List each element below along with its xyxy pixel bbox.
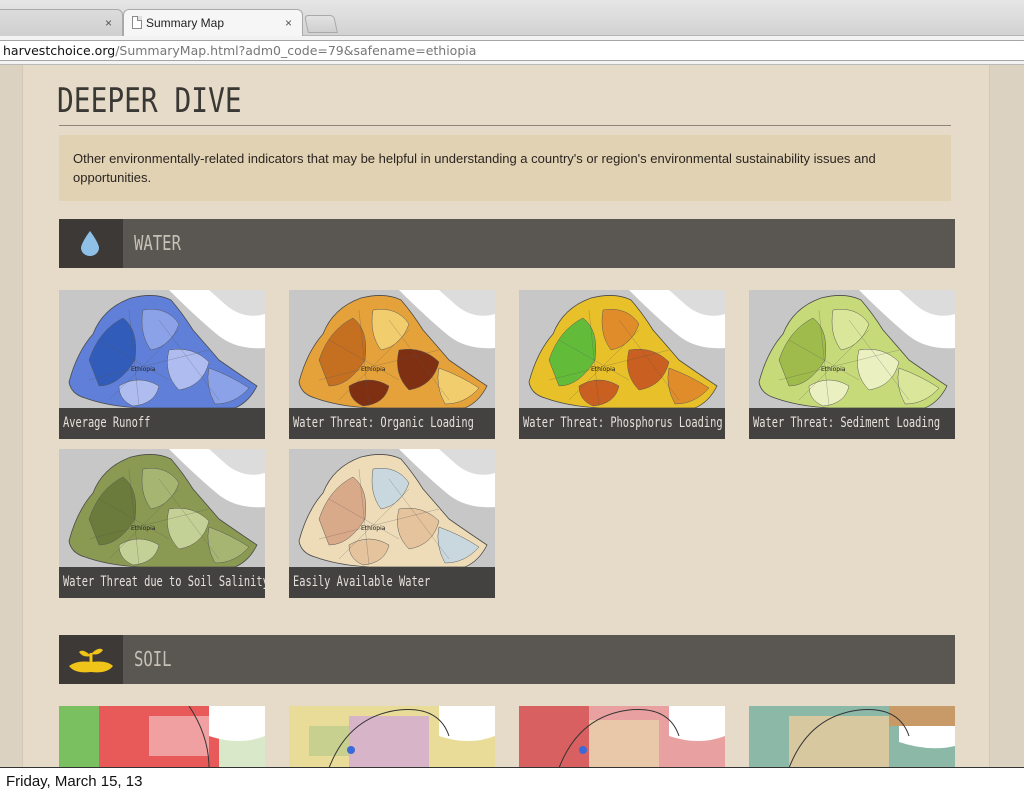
map-country-label: Ethiopia bbox=[131, 525, 156, 532]
content-column: DEEPER DIVE Other environmentally-relate… bbox=[22, 65, 990, 767]
soil-map-image bbox=[749, 706, 955, 767]
heading-divider bbox=[59, 125, 951, 126]
section-icon-box bbox=[59, 635, 123, 684]
tab-title: Summary Map bbox=[146, 16, 225, 30]
map-tile-soil-salinity[interactable]: Ethiopia Water Threat due to Soil Salini… bbox=[59, 449, 265, 598]
section-icon-box bbox=[59, 219, 123, 268]
map-tile-sediment-loading[interactable]: Ethiopia Water Threat: Sediment Loading bbox=[749, 290, 955, 439]
map-tile-caption: Easily Available Water bbox=[289, 567, 495, 598]
map-tile-caption: Water Threat due to Soil Salinity bbox=[59, 567, 265, 598]
map-country-label: Ethiopia bbox=[361, 525, 386, 532]
section-header-soil: SOIL bbox=[59, 635, 955, 684]
browser-tab-bar: × Summary Map × bbox=[0, 0, 1024, 36]
soil-map-tile[interactable] bbox=[519, 706, 725, 767]
soil-map-image bbox=[59, 706, 265, 767]
section-header-water: WATER bbox=[59, 219, 955, 268]
map-country-label: Ethiopia bbox=[361, 366, 386, 373]
map-tile-caption: Average Runoff bbox=[59, 408, 265, 439]
close-tab-icon[interactable]: × bbox=[285, 16, 292, 30]
document-icon bbox=[132, 16, 142, 29]
map-country-label: Ethiopia bbox=[131, 366, 156, 373]
browser-tab-previous[interactable]: × bbox=[0, 9, 123, 36]
soil-map-image bbox=[289, 706, 495, 767]
map-tile-phosphorus-loading[interactable]: Ethiopia Water Threat: Phosphorus Loadin… bbox=[519, 290, 725, 439]
browser-tab-summary-map[interactable]: Summary Map × bbox=[123, 9, 303, 36]
water-drop-icon bbox=[81, 231, 99, 256]
map-tile-organic-loading[interactable]: Ethiopia Water Threat: Organic Loading bbox=[289, 290, 495, 439]
map-tile-caption: Water Threat: Sediment Loading bbox=[749, 408, 955, 439]
section-title-water: WATER bbox=[134, 231, 181, 255]
intro-text: Other environmentally-related indicators… bbox=[59, 135, 951, 201]
map-country-label: Ethiopia bbox=[821, 366, 846, 373]
url-input[interactable]: harvestchoice.org/SummaryMap.html?adm0_c… bbox=[0, 40, 1024, 61]
map-country-label: Ethiopia bbox=[591, 366, 616, 373]
map-tile-average-runoff[interactable]: Ethiopia Average Runoff bbox=[59, 290, 265, 439]
soil-map-tile[interactable] bbox=[749, 706, 955, 767]
soil-map-tile[interactable] bbox=[289, 706, 495, 767]
map-tile-caption: Water Threat: Organic Loading bbox=[289, 408, 495, 439]
soil-map-image bbox=[519, 706, 725, 767]
new-tab-button[interactable] bbox=[304, 15, 338, 33]
address-bar: harvestchoice.org/SummaryMap.html?adm0_c… bbox=[0, 36, 1024, 65]
close-tab-icon[interactable]: × bbox=[105, 16, 112, 30]
footer-date: Friday, March 15, 13 bbox=[6, 773, 143, 790]
url-host: harvestchoice.org bbox=[3, 43, 116, 58]
sprout-icon bbox=[69, 648, 113, 673]
page-title: DEEPER DIVE bbox=[57, 81, 242, 121]
url-path: /SummaryMap.html?adm0_code=79&safename=e… bbox=[115, 43, 477, 58]
section-title-soil: SOIL bbox=[134, 647, 172, 671]
slide-footer: Friday, March 15, 13 bbox=[0, 767, 1024, 796]
soil-map-tile[interactable] bbox=[59, 706, 265, 767]
map-tile-caption: Water Threat: Phosphorus Loading bbox=[519, 408, 725, 439]
map-tile-easily-available-water[interactable]: Ethiopia Easily Available Water bbox=[289, 449, 495, 598]
web-page: DEEPER DIVE Other environmentally-relate… bbox=[0, 65, 1024, 767]
